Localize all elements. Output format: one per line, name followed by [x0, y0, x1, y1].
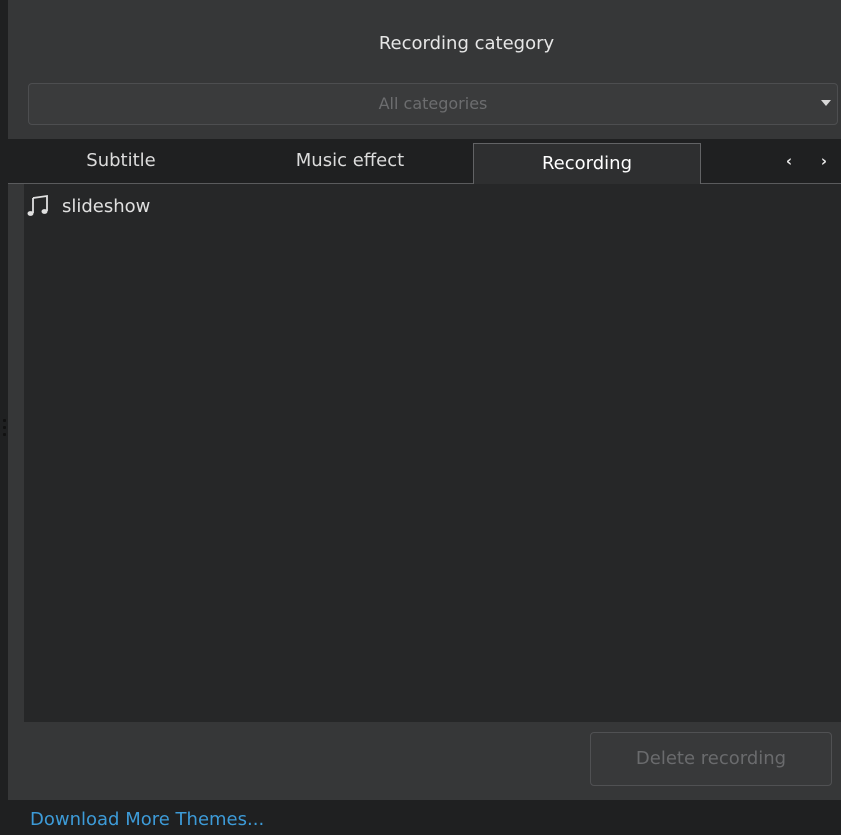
panel-resize-handle[interactable] — [0, 412, 8, 442]
grip-dot — [2, 432, 6, 436]
dropdown-arrow-icon — [821, 100, 831, 106]
tab-scroll-left-icon[interactable]: ‹ — [776, 139, 802, 183]
grip-dot — [2, 418, 6, 422]
list-action-bar: Delete recording — [24, 722, 841, 798]
category-dropdown[interactable]: All categories — [28, 83, 838, 125]
tab-scroll-right-icon[interactable]: › — [811, 139, 837, 183]
recording-list: slideshow — [24, 184, 841, 722]
tab-bar: Subtitle Music effect Recording ‹ › — [8, 139, 841, 184]
delete-recording-button[interactable]: Delete recording — [590, 732, 832, 786]
tab-recording[interactable]: Recording — [473, 143, 701, 184]
grip-dot — [2, 425, 6, 429]
tab-subtitle[interactable]: Subtitle — [8, 139, 234, 183]
recording-category-title: Recording category — [378, 33, 555, 54]
download-more-themes-link[interactable]: Download More Themes... — [30, 805, 264, 835]
music-note-icon — [27, 194, 48, 216]
category-dropdown-value: All categories — [378, 94, 488, 113]
list-item[interactable]: slideshow — [24, 192, 150, 220]
list-item-label: slideshow — [62, 195, 151, 217]
tab-music-effect[interactable]: Music effect — [234, 139, 466, 183]
